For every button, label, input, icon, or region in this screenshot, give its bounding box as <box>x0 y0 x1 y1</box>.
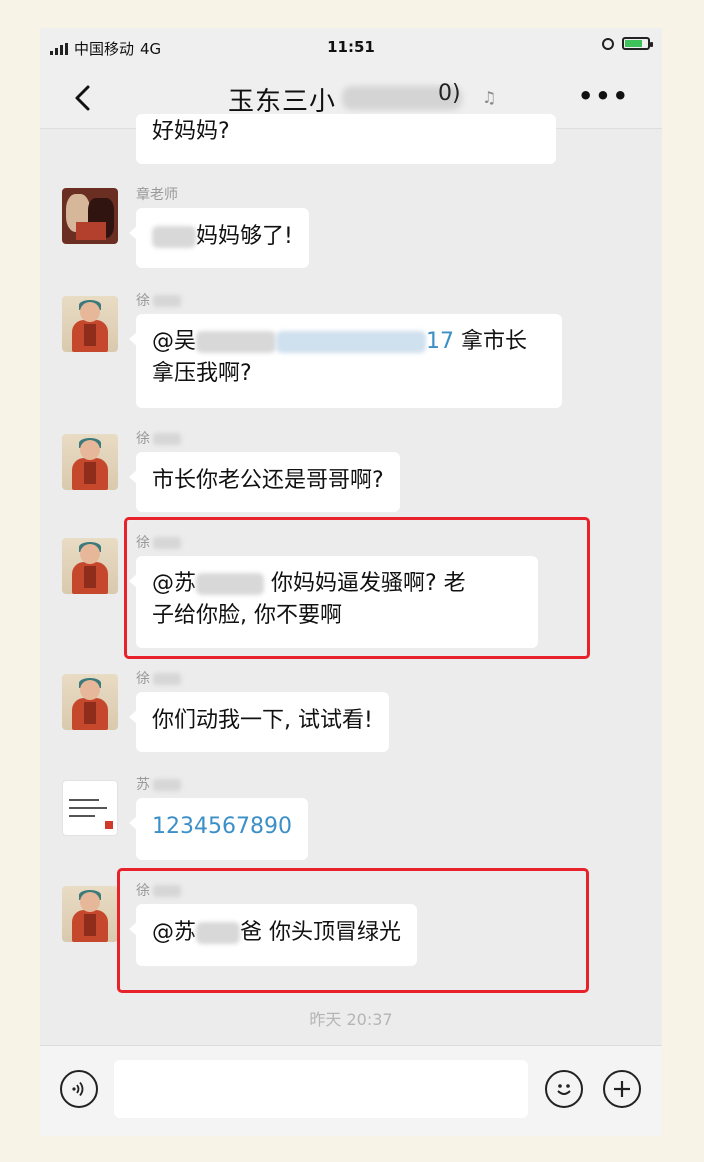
message-bubble: 市长你老公还是哥哥啊? <box>129 452 400 512</box>
sender-name: 徐 <box>136 428 181 448</box>
phone-number-link[interactable]: 1234567890 <box>152 814 292 839</box>
message-bubble: 1234567890 <box>129 798 308 860</box>
highlight-box <box>117 868 589 993</box>
message-bubble: 好妈妈? <box>136 114 556 164</box>
plus-sign-icon <box>614 1081 630 1097</box>
voice-icon[interactable] <box>60 1070 98 1108</box>
message-input[interactable] <box>114 1060 528 1118</box>
chat-title-suffix: 0) <box>438 81 461 106</box>
avatar[interactable] <box>62 886 118 942</box>
message-bubble: 你们动我一下, 试试看! <box>129 692 389 752</box>
avatar[interactable] <box>62 188 118 244</box>
chat-timestamp: 昨天 20:37 <box>309 1010 393 1029</box>
avatar[interactable] <box>62 434 118 490</box>
emoji-icon[interactable] <box>545 1070 583 1108</box>
sender-name: 徐 <box>136 668 181 688</box>
battery-icon <box>622 37 653 50</box>
message-bubble: @吴 17 拿市长 拿压我啊? <box>129 314 562 408</box>
status-right <box>602 37 653 50</box>
more-icon[interactable]: ••• <box>578 82 630 110</box>
status-bar: 中国移动 4G 11:51 <box>40 28 662 68</box>
avatar[interactable] <box>62 296 118 352</box>
message-bubble: 妈妈够了! <box>129 208 309 268</box>
plus-icon[interactable] <box>603 1070 641 1108</box>
chat-title: 玉东三小 <box>228 87 337 117</box>
rotation-lock-icon <box>602 37 614 50</box>
voice-waves-icon <box>72 1081 84 1097</box>
mute-bell-icon: ♫ <box>482 88 497 107</box>
sender-name: 章老师 <box>136 187 178 203</box>
redacted-text <box>152 226 196 248</box>
avatar[interactable] <box>62 674 118 730</box>
status-time: 11:51 <box>327 38 375 56</box>
phone-screen: 中国移动 4G 11:51 玉东三小 0) ♫ ••• 好妈妈? 章老师 妈妈够… <box>40 28 662 1136</box>
smiley-face-icon <box>557 1084 571 1095</box>
sender-name: 苏 <box>136 774 181 794</box>
highlight-box <box>124 517 590 659</box>
input-bar <box>40 1045 662 1136</box>
back-arrow-icon[interactable] <box>70 84 96 112</box>
avatar[interactable] <box>62 780 118 836</box>
avatar[interactable] <box>62 538 118 594</box>
sender-name: 徐 <box>136 290 181 310</box>
